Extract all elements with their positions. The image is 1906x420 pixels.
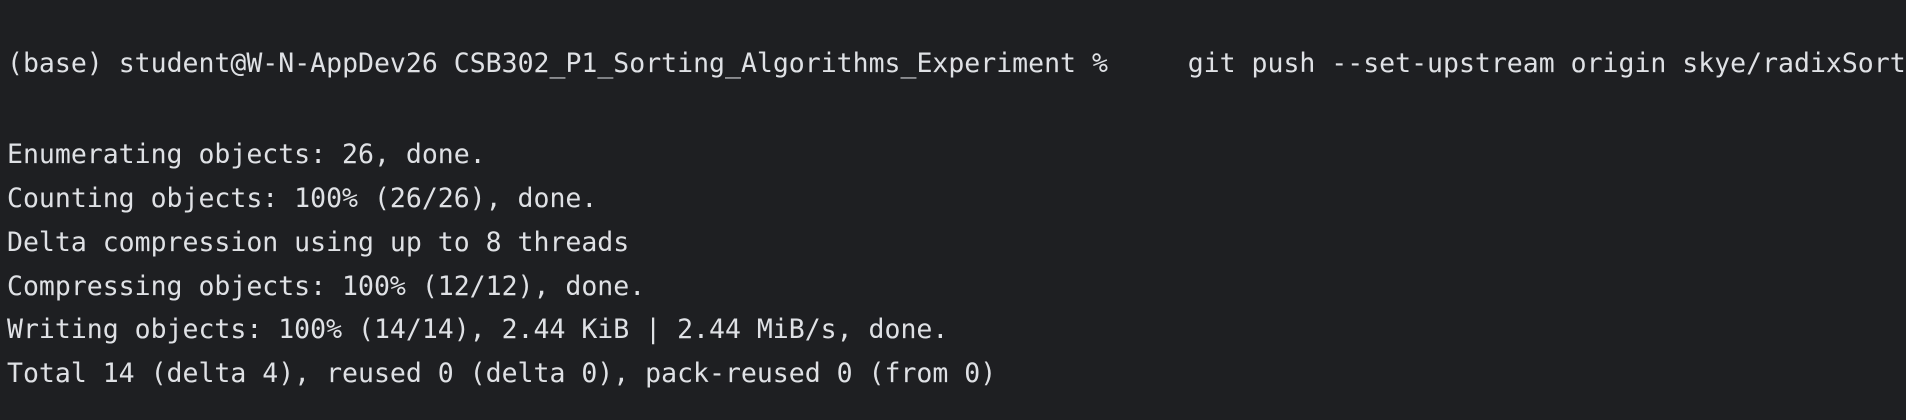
prompt-symbol: % (1091, 48, 1108, 79)
output-line-total: Total 14 (delta 4), reused 0 (delta 0), … (7, 358, 997, 389)
output-line-counting: Counting objects: 100% (26/26), done. (7, 183, 598, 214)
command-prompt-line: (base) student@W-N-AppDev26 CSB302_P1_So… (7, 48, 1906, 80)
command-text: git push --set-upstream origin skye/radi… (1187, 48, 1906, 79)
output-line-compressing: Compressing objects: 100% (12/12), done. (7, 271, 646, 302)
output-line-enumerating: Enumerating objects: 26, done. (7, 139, 486, 170)
terminal-window[interactable]: (base) student@W-N-AppDev26 CSB302_P1_So… (0, 0, 1906, 420)
conda-env-label: (base) (7, 48, 103, 79)
output-line-writing: Writing objects: 100% (14/14), 2.44 KiB … (7, 314, 949, 345)
current-directory-label: CSB302_P1_Sorting_Algorithms_Experiment (453, 48, 1076, 79)
output-line-delta-compression: Delta compression using up to 8 threads (7, 227, 630, 258)
user-host-label: student@W-N-AppDev26 (118, 48, 438, 79)
